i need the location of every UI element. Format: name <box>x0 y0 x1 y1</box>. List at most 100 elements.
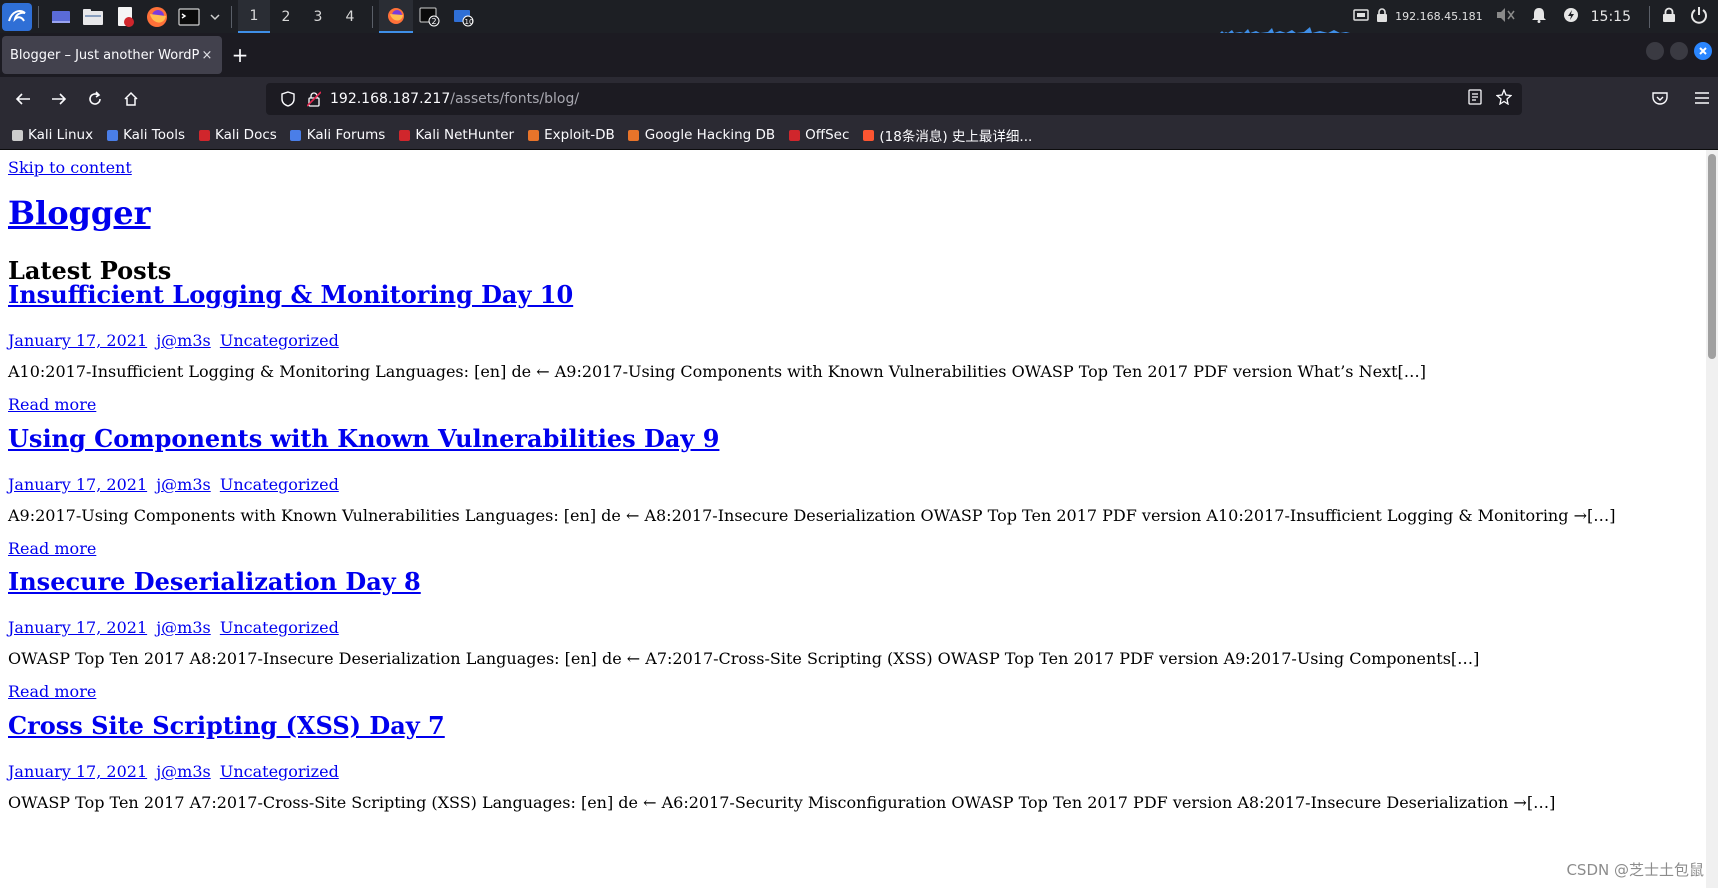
post-author-link[interactable]: j@m3s <box>156 618 211 637</box>
bookmark-label: Kali NetHunter <box>415 127 515 143</box>
power-icon[interactable] <box>1690 6 1708 28</box>
read-more-link[interactable]: Read more <box>8 395 1698 414</box>
post-date-link[interactable]: January 17, 2021 <box>8 618 147 637</box>
kali-dragon-icon <box>10 128 24 142</box>
firefox-icon <box>388 7 404 24</box>
show-desktop-icon[interactable] <box>48 4 74 30</box>
new-tab-button[interactable]: + <box>222 36 258 74</box>
forward-arrow-icon <box>52 93 67 105</box>
file-manager-icon[interactable] <box>80 4 106 30</box>
url-path: /assets/fonts/blog/ <box>450 91 580 107</box>
url-bar[interactable]: 192.168.187.217/assets/fonts/blog/ <box>266 83 1522 115</box>
post-category-link[interactable]: Uncategorized <box>220 331 339 350</box>
offsec-icon <box>787 128 801 142</box>
clock[interactable]: 15:15 <box>1591 9 1631 25</box>
desktop-panel: 1 2 3 4 2 10 192.168.45.181 15:15 <box>0 0 1718 33</box>
post-excerpt: OWASP Top Ten 2017 A8:2017-Insecure Dese… <box>8 649 1480 668</box>
reader-view-icon[interactable] <box>1468 89 1482 109</box>
terminal-icon: 2 <box>419 7 440 26</box>
power-manager-icon[interactable] <box>1563 7 1579 27</box>
reload-icon <box>89 91 101 105</box>
home-button[interactable] <box>114 83 148 115</box>
terminal-dropdown-icon[interactable] <box>208 4 222 30</box>
vpn-lock-icon[interactable] <box>1375 7 1389 27</box>
bookmark-item[interactable]: Kali Docs <box>197 127 277 143</box>
minimize-button[interactable] <box>1646 42 1664 60</box>
browser-tab[interactable]: Blogger – Just another WordPress site × <box>2 36 222 74</box>
post-article: Insufficient Logging & Monitoring Day 10… <box>8 280 1698 414</box>
text-editor-icon[interactable] <box>112 4 138 30</box>
insecure-connection-icon[interactable] <box>304 91 324 107</box>
post-title-link[interactable]: Using Components with Known Vulnerabilit… <box>8 424 1698 453</box>
post-date-link[interactable]: January 17, 2021 <box>8 331 147 350</box>
tracking-protection-icon[interactable] <box>278 91 298 107</box>
taskbar-firefox[interactable] <box>379 0 413 33</box>
post-author-link[interactable]: j@m3s <box>156 762 211 781</box>
notification-bell-icon[interactable] <box>1531 7 1547 27</box>
post-author-link[interactable]: j@m3s <box>156 331 211 350</box>
bookmark-item[interactable]: Kali Forums <box>289 127 386 143</box>
read-more-link[interactable]: Read more <box>8 539 1698 558</box>
forward-button[interactable] <box>42 83 76 115</box>
post-category-link[interactable]: Uncategorized <box>220 618 339 637</box>
close-window-button[interactable] <box>1694 42 1712 60</box>
skip-to-content-link[interactable]: Skip to content <box>8 158 132 177</box>
kali-tools-icon <box>105 128 119 142</box>
post-author-link[interactable]: j@m3s <box>156 475 211 494</box>
home-icon <box>124 91 138 106</box>
bookmark-label: Kali Forums <box>306 127 386 143</box>
post-title-link[interactable]: Insufficient Logging & Monitoring Day 10 <box>8 280 1698 309</box>
back-button[interactable] <box>6 83 40 115</box>
bookmark-item[interactable]: Kali Tools <box>105 127 185 143</box>
workspace-1[interactable]: 1 <box>238 0 270 33</box>
terminal-launcher-icon[interactable] <box>176 4 202 30</box>
pocket-icon[interactable] <box>1652 90 1668 109</box>
window-icon: 10 <box>454 9 474 26</box>
panel-separator <box>231 5 232 28</box>
bookmark-item[interactable]: OffSec <box>787 127 849 143</box>
post-meta: January 17, 2021 j@m3s Uncategorized <box>8 618 1698 637</box>
kali-menu-icon[interactable] <box>2 2 32 31</box>
workspace-3[interactable]: 3 <box>302 0 334 33</box>
post-article: Insecure Deserialization Day 8 January 1… <box>8 567 1698 701</box>
taskbar-terminal[interactable]: 2 <box>413 0 447 33</box>
firefox-launcher-icon[interactable] <box>144 4 170 30</box>
workspace-2[interactable]: 2 <box>270 0 302 33</box>
post-excerpt: A9:2017-Using Components with Known Vuln… <box>8 506 1616 525</box>
post-category-link[interactable]: Uncategorized <box>220 762 339 781</box>
bookmark-item[interactable]: Google Hacking DB <box>627 127 775 143</box>
toolbar-right <box>1652 83 1710 115</box>
maximize-button[interactable] <box>1670 42 1688 60</box>
panel-tray: 192.168.45.181 15:15 <box>1353 0 1718 33</box>
network-monitor-icon[interactable] <box>1353 8 1369 26</box>
lock-screen-icon[interactable] <box>1662 7 1676 27</box>
csdn-icon <box>861 128 875 142</box>
taskbar-vm[interactable]: 10 <box>447 0 481 33</box>
scrollbar-thumb[interactable] <box>1708 154 1716 359</box>
workspace-4[interactable]: 4 <box>334 0 366 33</box>
reload-button[interactable] <box>78 83 112 115</box>
bookmark-item[interactable]: Kali Linux <box>10 127 93 143</box>
web-page: Skip to content Blogger Latest Posts Ins… <box>0 150 1706 888</box>
tab-close-icon[interactable]: × <box>200 48 214 63</box>
bookmark-item[interactable]: Exploit-DB <box>526 127 615 143</box>
post-title-link[interactable]: Cross Site Scripting (XSS) Day 7 <box>8 711 1698 740</box>
bookmark-item[interactable]: Kali NetHunter <box>397 127 514 143</box>
post-category-link[interactable]: Uncategorized <box>220 475 339 494</box>
read-more-link[interactable]: Read more <box>8 682 1698 701</box>
bookmark-label: Kali Tools <box>123 127 185 143</box>
site-title-link[interactable]: Blogger <box>8 194 151 232</box>
volume-muted-icon[interactable] <box>1495 7 1515 27</box>
post-date-link[interactable]: January 17, 2021 <box>8 475 147 494</box>
ghdb-icon <box>627 128 641 142</box>
post-date-link[interactable]: January 17, 2021 <box>8 762 147 781</box>
post-title-link[interactable]: Insecure Deserialization Day 8 <box>8 567 1698 596</box>
cpu-graph <box>1220 27 1350 33</box>
bookmark-label: OffSec <box>805 127 850 143</box>
panel-separator <box>1649 5 1650 28</box>
bookmark-item[interactable]: (18条消息) 史上最详细... <box>861 125 1032 145</box>
bookmark-star-icon[interactable] <box>1495 88 1513 109</box>
ip-address: 192.168.45.181 <box>1395 10 1483 23</box>
url-bar-actions <box>1468 83 1513 115</box>
app-menu-icon[interactable] <box>1694 90 1710 109</box>
